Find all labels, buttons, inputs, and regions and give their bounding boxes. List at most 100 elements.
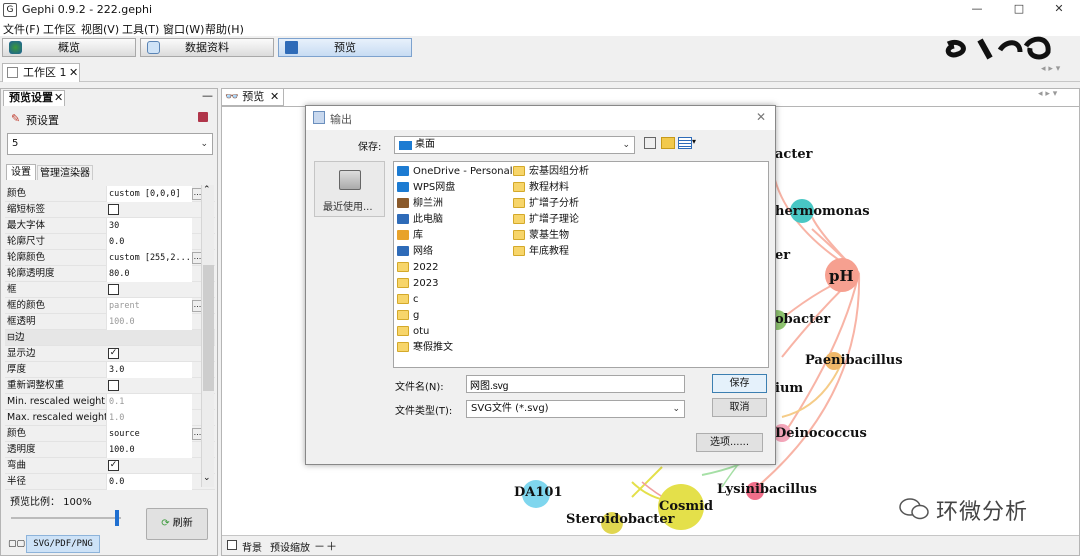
zoom-in-button[interactable]: ＋ bbox=[326, 538, 337, 554]
close-panel-icon[interactable]: ✕ bbox=[54, 91, 63, 105]
property-row[interactable]: 重新调整权重 bbox=[5, 378, 215, 394]
tab-settings[interactable]: 设置 bbox=[6, 164, 36, 180]
filename-input[interactable] bbox=[466, 375, 685, 393]
property-value[interactable]: 30 bbox=[106, 218, 192, 234]
minimize-panel-button[interactable]: — bbox=[202, 89, 213, 102]
preview-mode-button[interactable]: 预览 bbox=[278, 38, 412, 57]
property-checkbox[interactable]: ✓ bbox=[108, 460, 119, 471]
folder-item[interactable]: 扩增子分析 bbox=[512, 196, 579, 211]
preview-nav-arrows-icon[interactable]: ◂ ▸ ▾ bbox=[1038, 89, 1057, 99]
cancel-button[interactable]: 取消 bbox=[712, 398, 767, 417]
scrollbar-thumb[interactable] bbox=[203, 265, 214, 391]
zoom-out-button[interactable]: － bbox=[314, 538, 325, 554]
property-value[interactable]: custom [0,0,0] bbox=[106, 186, 192, 202]
property-value[interactable]: 80.0 bbox=[106, 266, 192, 282]
property-row[interactable]: 框透明 100.0 bbox=[5, 314, 215, 330]
property-row[interactable]: 厚度 3.0 bbox=[5, 362, 215, 378]
file-item[interactable]: otu bbox=[396, 324, 429, 339]
data-mode-button[interactable]: 数据资料 bbox=[140, 38, 274, 57]
property-row[interactable]: 透明度 100.0 bbox=[5, 442, 215, 458]
property-checkbox[interactable] bbox=[108, 204, 119, 215]
file-item[interactable]: 库 bbox=[396, 228, 423, 243]
property-row[interactable]: 颜色 custom [0,0,0]... bbox=[5, 186, 215, 202]
ratio-slider-track[interactable] bbox=[11, 517, 121, 519]
property-row[interactable]: 缩短标签 bbox=[5, 202, 215, 218]
folder-item[interactable]: 年底教程 bbox=[512, 244, 569, 259]
property-checkbox[interactable] bbox=[108, 380, 119, 391]
property-row[interactable]: 框的颜色 parent... bbox=[5, 298, 215, 314]
save-button[interactable]: 保存 bbox=[712, 374, 767, 393]
preset-select[interactable]: 5 ⌄ bbox=[7, 133, 213, 155]
refresh-button[interactable]: ⟳ 刷新 bbox=[146, 508, 208, 540]
preview-tab[interactable]: 👓 预览 ✕ bbox=[222, 89, 284, 106]
property-value[interactable]: custom [255,2... bbox=[106, 250, 192, 266]
ratio-slider-thumb[interactable] bbox=[115, 510, 119, 526]
list-view-icon[interactable] bbox=[678, 137, 692, 149]
file-item[interactable]: WPS网盘 bbox=[396, 180, 455, 195]
view-menu-chevron-icon[interactable]: ▾ bbox=[692, 137, 696, 146]
close-workspace-icon[interactable]: ✕ bbox=[69, 64, 78, 81]
minimize-button[interactable]: — bbox=[962, 2, 992, 18]
file-item[interactable]: 2023 bbox=[396, 276, 438, 291]
export-button[interactable]: SVG/PDF/PNG bbox=[26, 535, 100, 553]
folder-item[interactable]: 蒙基生物 bbox=[512, 228, 569, 243]
new-folder-icon[interactable] bbox=[661, 137, 675, 149]
menu-workspace[interactable]: 工作区 bbox=[43, 21, 76, 37]
workspace-tab[interactable]: 工作区 1 ✕ bbox=[2, 63, 80, 82]
menu-help[interactable]: 帮助(H) bbox=[205, 21, 244, 37]
save-preset-icon[interactable] bbox=[198, 112, 208, 122]
file-item[interactable]: OneDrive - Personal bbox=[396, 164, 513, 179]
property-value[interactable]: 0.0 bbox=[106, 234, 192, 250]
menu-window[interactable]: 窗口(W) bbox=[163, 21, 204, 37]
property-row[interactable]: 轮廓颜色 custom [255,2...... bbox=[5, 250, 215, 266]
property-row[interactable]: 最大字体 30 bbox=[5, 218, 215, 234]
filetype-select[interactable]: SVG文件 (*.svg) ⌄ bbox=[466, 400, 685, 418]
property-value[interactable]: 100.0 bbox=[106, 314, 192, 330]
menu-file[interactable]: 文件(F) bbox=[3, 21, 40, 37]
close-preview-tab-icon[interactable]: ✕ bbox=[270, 89, 279, 105]
file-item[interactable]: 2022 bbox=[396, 260, 438, 275]
property-row[interactable]: 轮廓透明度 80.0 bbox=[5, 266, 215, 282]
options-button[interactable]: 选项...... bbox=[696, 433, 763, 452]
property-row[interactable]: 轮廓尺寸 0.0 bbox=[5, 234, 215, 250]
close-window-button[interactable]: ✕ bbox=[1044, 2, 1074, 18]
property-row[interactable]: 框 bbox=[5, 282, 215, 298]
property-row[interactable]: 颜色 source... bbox=[5, 426, 215, 442]
folder-item[interactable]: 宏基因组分析 bbox=[512, 164, 589, 179]
file-item[interactable]: 网络 bbox=[396, 244, 433, 259]
split-view-icon[interactable]: ▢▢ bbox=[8, 539, 25, 549]
property-value[interactable]: 0.1 bbox=[106, 394, 192, 410]
property-checkbox[interactable] bbox=[108, 284, 119, 295]
property-value[interactable]: 3.0 bbox=[106, 362, 192, 378]
property-value[interactable]: source bbox=[106, 426, 192, 442]
menu-view[interactable]: 视图(V) bbox=[81, 21, 119, 37]
folder-item[interactable]: 扩增子理论 bbox=[512, 212, 579, 227]
menu-tools[interactable]: 工具(T) bbox=[122, 21, 159, 37]
overview-mode-button[interactable]: 概览 bbox=[2, 38, 136, 57]
property-value[interactable]: 100.0 bbox=[106, 442, 192, 458]
dialog-close-button[interactable]: ✕ bbox=[756, 110, 766, 124]
tab-renderers[interactable]: 管理渲染器 bbox=[37, 165, 93, 180]
property-row[interactable]: Min. rescaled weight 0.1 bbox=[5, 394, 215, 410]
tab-nav-arrows-icon[interactable]: ◂ ▸ ▾ bbox=[1041, 64, 1060, 74]
preview-settings-tab[interactable]: 预览设置 ✕ bbox=[3, 90, 65, 106]
property-checkbox[interactable]: ✓ bbox=[108, 348, 119, 359]
file-list[interactable]: OneDrive - Personal WPS网盘 柳兰洲 此电脑库网络 2022 202… bbox=[393, 161, 769, 368]
property-row[interactable]: 显示边 ✓ bbox=[5, 346, 215, 362]
property-scrollbar[interactable]: ⌃ ⌄ bbox=[201, 185, 214, 487]
property-row[interactable]: 弯曲 ✓ bbox=[5, 458, 215, 474]
file-item[interactable]: c bbox=[396, 292, 419, 307]
background-checkbox[interactable] bbox=[227, 540, 237, 550]
scroll-up-icon[interactable]: ⌃ bbox=[203, 185, 211, 195]
property-value[interactable]: 1.0 bbox=[106, 410, 192, 426]
scroll-down-icon[interactable]: ⌄ bbox=[203, 473, 211, 483]
maximize-button[interactable]: □ bbox=[1004, 2, 1034, 18]
recent-places-button[interactable]: 最近使用... bbox=[314, 161, 385, 217]
property-row[interactable]: ⊟边 bbox=[5, 330, 215, 346]
folder-item[interactable]: 教程材料 bbox=[512, 180, 569, 195]
save-in-select[interactable]: 桌面 ⌄ bbox=[394, 136, 635, 154]
property-row[interactable]: Max. rescaled weight 1.0 bbox=[5, 410, 215, 426]
file-item[interactable]: 此电脑 bbox=[396, 212, 443, 227]
file-item[interactable]: g bbox=[396, 308, 419, 323]
property-row[interactable]: 半径 0.0 bbox=[5, 474, 215, 490]
